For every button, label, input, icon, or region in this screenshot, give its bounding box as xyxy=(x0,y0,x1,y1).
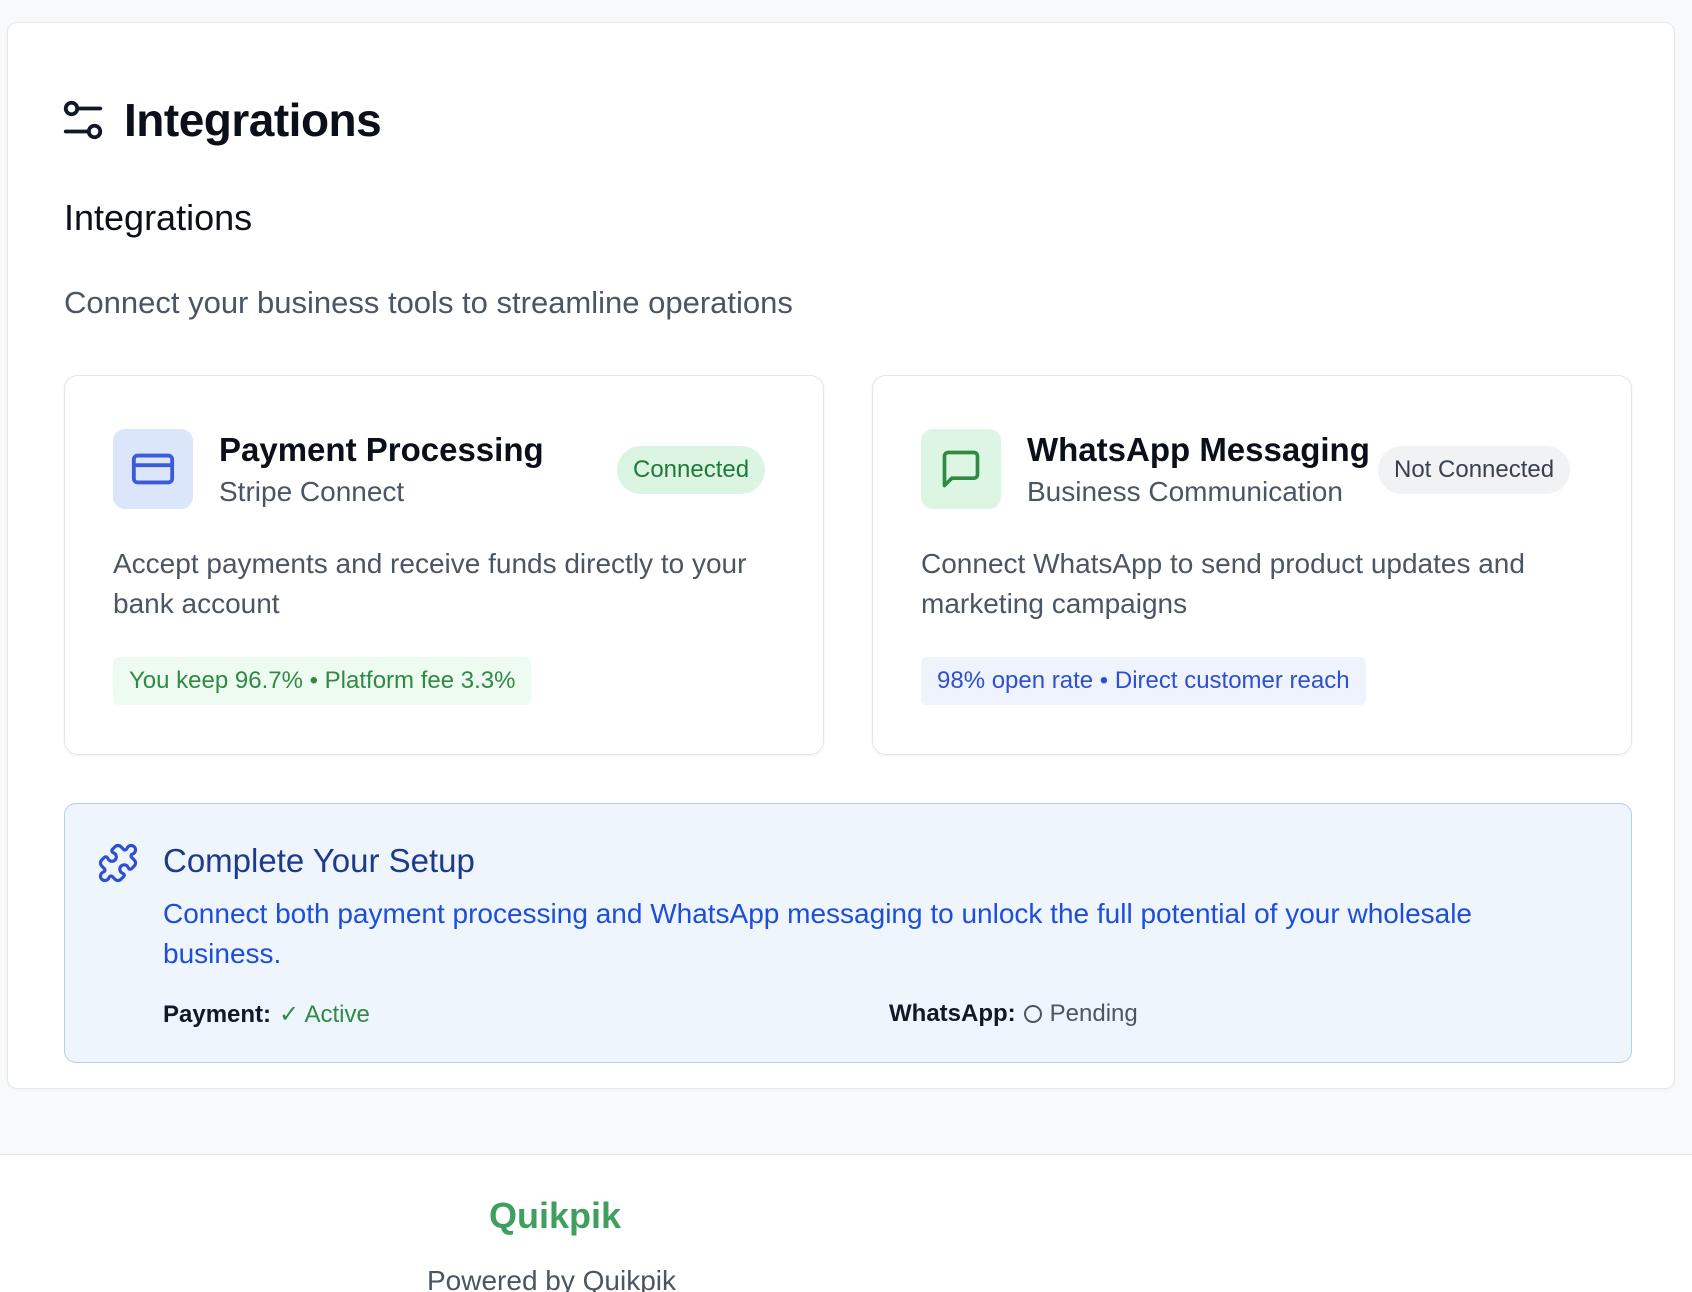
footer: Quikpik Powered by Quikpik xyxy=(0,1154,1692,1292)
whatsapp-status: WhatsApp: Pending xyxy=(889,1000,1138,1028)
credit-card-icon xyxy=(131,453,175,485)
section-title: Integrations xyxy=(64,197,253,238)
card-description: Accept payments and receive funds direct… xyxy=(113,548,747,619)
status-badge: Not Connected xyxy=(1378,446,1571,494)
page-header: Integrations xyxy=(60,93,382,147)
powered-by-text: Powered by Quikpik xyxy=(427,1265,677,1292)
whatsapp-integration-card[interactable]: WhatsApp Messaging Business Communicatio… xyxy=(872,375,1632,755)
puzzle-icon xyxy=(98,843,138,883)
payment-status-label: Payment: xyxy=(163,1000,272,1028)
card-subtitle: Business Communication xyxy=(1027,476,1343,507)
settings-sliders-icon xyxy=(63,100,103,140)
whatsapp-status-value: Pending xyxy=(1049,1000,1138,1027)
section-description: Connect your business tools to streamlin… xyxy=(64,285,793,320)
card-title: WhatsApp Messaging xyxy=(1027,431,1370,468)
footer-brand: Quikpik xyxy=(489,1195,622,1236)
card-subtitle: Stripe Connect xyxy=(219,476,405,507)
reach-metric: 98% open rate • Direct customer reach xyxy=(921,657,1366,705)
setup-title: Complete Your Setup xyxy=(163,842,475,879)
message-square-icon xyxy=(942,450,980,488)
payment-status: Payment: ✓ Active xyxy=(163,1000,370,1029)
payment-status-value: ✓ Active xyxy=(279,1001,370,1028)
setup-description: Connect both payment processing and What… xyxy=(163,898,1472,969)
page: Integrations Integrations Connect your b… xyxy=(0,0,1692,1292)
integrations-panel: Integrations Integrations Connect your b… xyxy=(7,22,1675,1089)
card-description: Connect WhatsApp to send product updates… xyxy=(921,548,1525,619)
credit-card-icon-box xyxy=(113,429,193,509)
fee-metric: You keep 96.7% • Platform fee 3.3% xyxy=(113,657,532,705)
pending-circle-icon xyxy=(1023,1005,1042,1023)
payment-integration-card[interactable]: Payment Processing Stripe Connect Connec… xyxy=(64,375,824,755)
status-badge: Connected xyxy=(617,446,766,494)
card-title: Payment Processing xyxy=(219,431,544,468)
message-icon-box xyxy=(921,429,1001,509)
complete-setup-banner: Complete Your Setup Connect both payment… xyxy=(64,803,1632,1063)
page-title: Integrations xyxy=(124,94,382,146)
whatsapp-status-label: WhatsApp: xyxy=(889,1000,1016,1027)
